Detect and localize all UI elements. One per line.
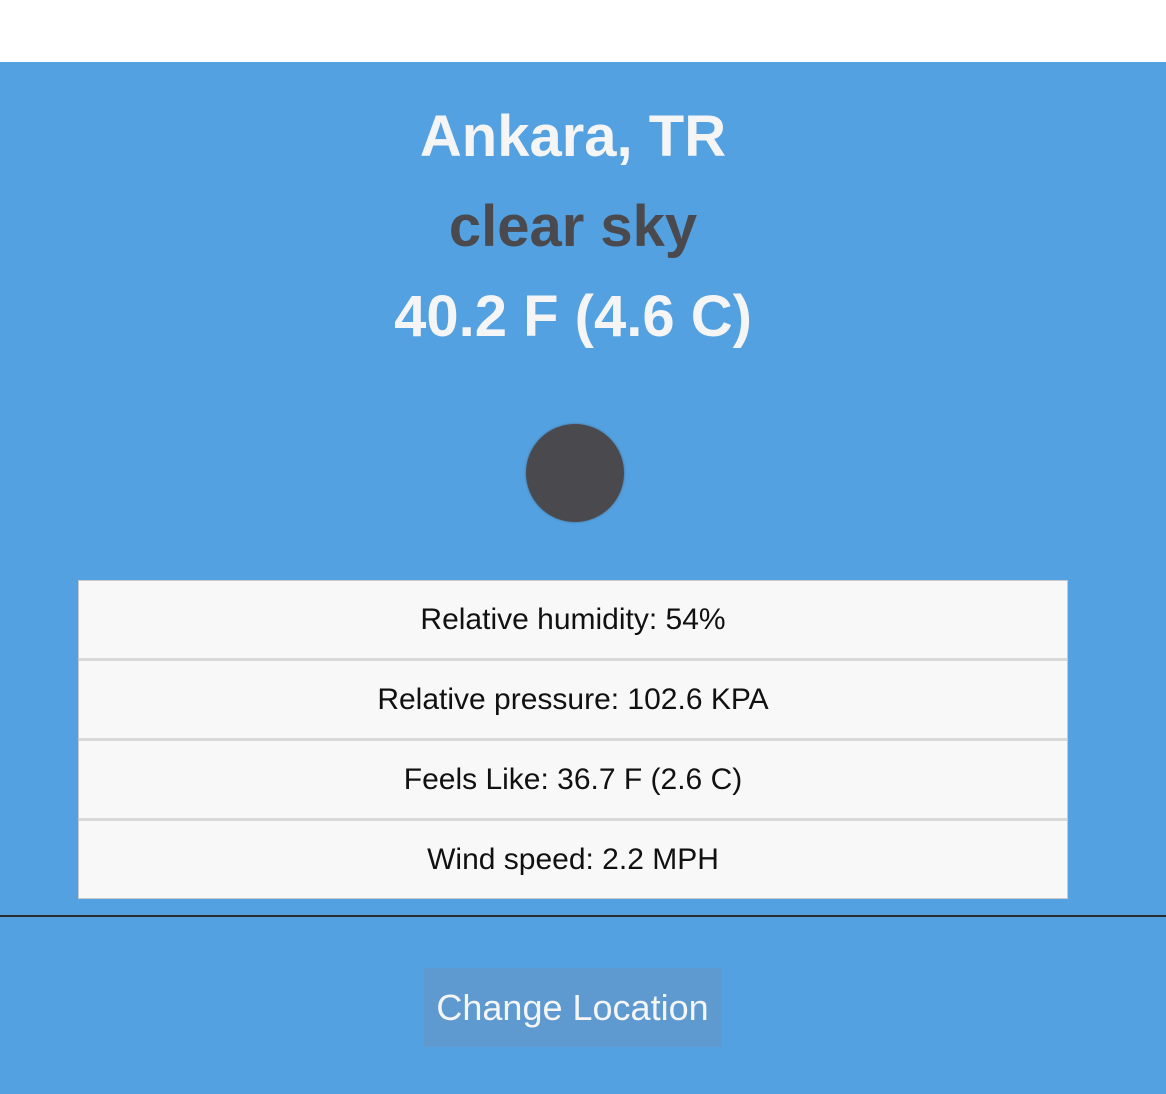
detail-wind-speed: Wind speed: 2.2 MPH	[79, 821, 1067, 898]
detail-humidity: Relative humidity: 54%	[79, 581, 1067, 658]
clear-sky-circle-icon	[526, 424, 624, 522]
weather-details-list: Relative humidity: 54% Relative pressure…	[78, 580, 1068, 899]
detail-feels-like: Feels Like: 36.7 F (2.6 C)	[79, 741, 1067, 818]
top-bar	[0, 0, 1166, 62]
divider	[0, 915, 1166, 917]
location-title: Ankara, TR	[419, 104, 727, 169]
detail-pressure: Relative pressure: 102.6 KPA	[79, 661, 1067, 738]
temperature-reading: 40.2 F (4.6 C)	[394, 284, 752, 349]
change-location-button[interactable]: Change Location	[424, 968, 721, 1047]
weather-description: clear sky	[448, 194, 698, 259]
